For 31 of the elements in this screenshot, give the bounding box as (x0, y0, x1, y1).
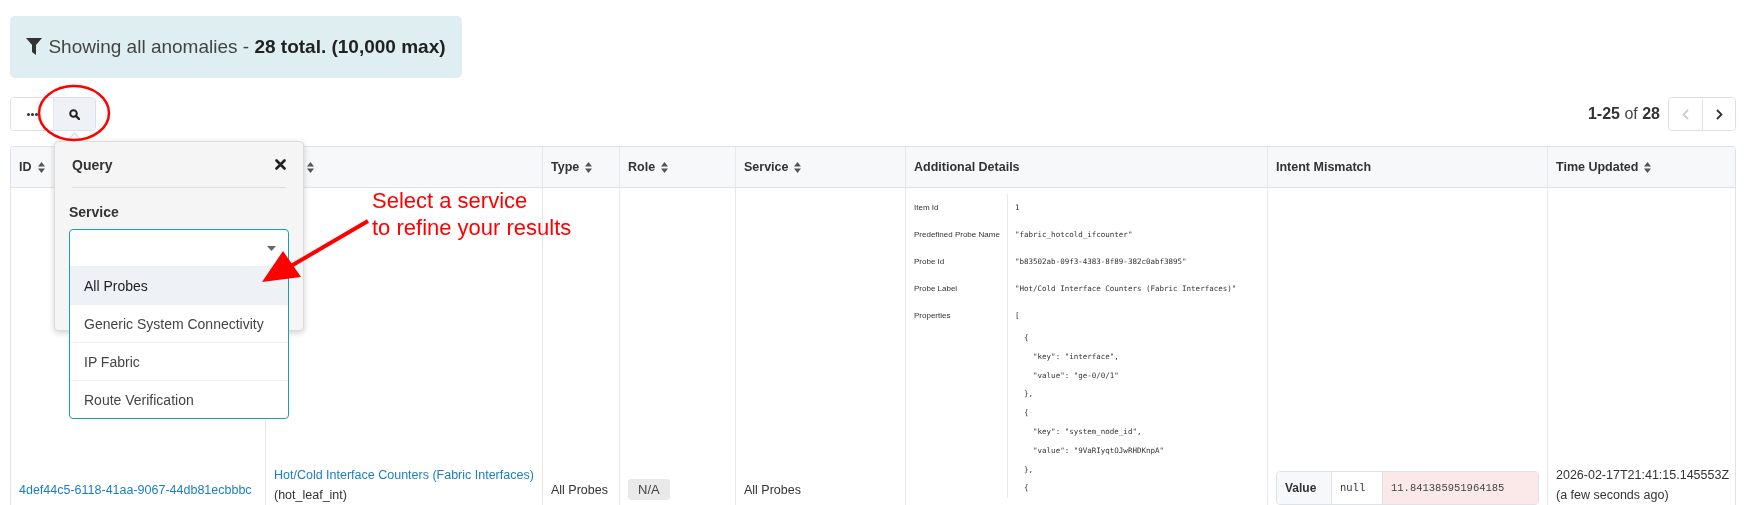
detail-key: Predefined Probe Name (914, 230, 1000, 239)
detail-key: Item Id (914, 203, 939, 212)
column-header[interactable]: Type (551, 160, 580, 174)
column-header[interactable]: Service (744, 160, 789, 174)
detail-key: Probe Id (914, 257, 945, 266)
table-cell-text: All Probes (551, 483, 609, 497)
mismatch-label: Value (1277, 472, 1331, 504)
dropdown-option[interactable]: IP Fabric (70, 342, 288, 380)
column-header[interactable]: ID (19, 160, 32, 174)
column-header[interactable]: Role (628, 160, 656, 174)
table-cell-text: All Probes (744, 483, 802, 497)
column-header[interactable]: Time Updated (1556, 160, 1639, 174)
popover-title: Query (72, 156, 113, 173)
column-header: Additional Details (914, 160, 1020, 174)
probe-link[interactable]: Hot/Cold Interface Counters (Fabric Interfaces) (274, 465, 534, 485)
field-label: Service (69, 204, 119, 220)
timestamp: 2026-02-17T21:41:15.145553Z (1556, 467, 1727, 484)
annotation-text: Select a service to refine your results (372, 187, 572, 241)
column-header: Intent Mismatch (1276, 160, 1372, 174)
dropdown-option[interactable]: Route Verification (70, 380, 288, 418)
anomaly-id-link[interactable]: 4def44c5-6118-41aa-9067-44db81ecbbbc (19, 483, 257, 497)
detail-key: Properties (914, 311, 951, 320)
probe-stage-name: (hot_leaf_int) (274, 487, 348, 504)
relative-time: (a few seconds ago) (1556, 487, 1670, 504)
filter-summary: Showing all anomalies - 28 total. (10,000 max) (48, 36, 446, 58)
dropdown-option[interactable]: Generic System Connectivity (70, 304, 288, 342)
dropdown-option[interactable]: All Probes (70, 266, 288, 304)
page-range: 1-25 of 28 (1587, 105, 1660, 123)
role-badge: N/A (628, 479, 670, 500)
detail-key: Probe Label (914, 284, 958, 293)
actual-value: 11.841385951964185 (1382, 472, 1538, 504)
